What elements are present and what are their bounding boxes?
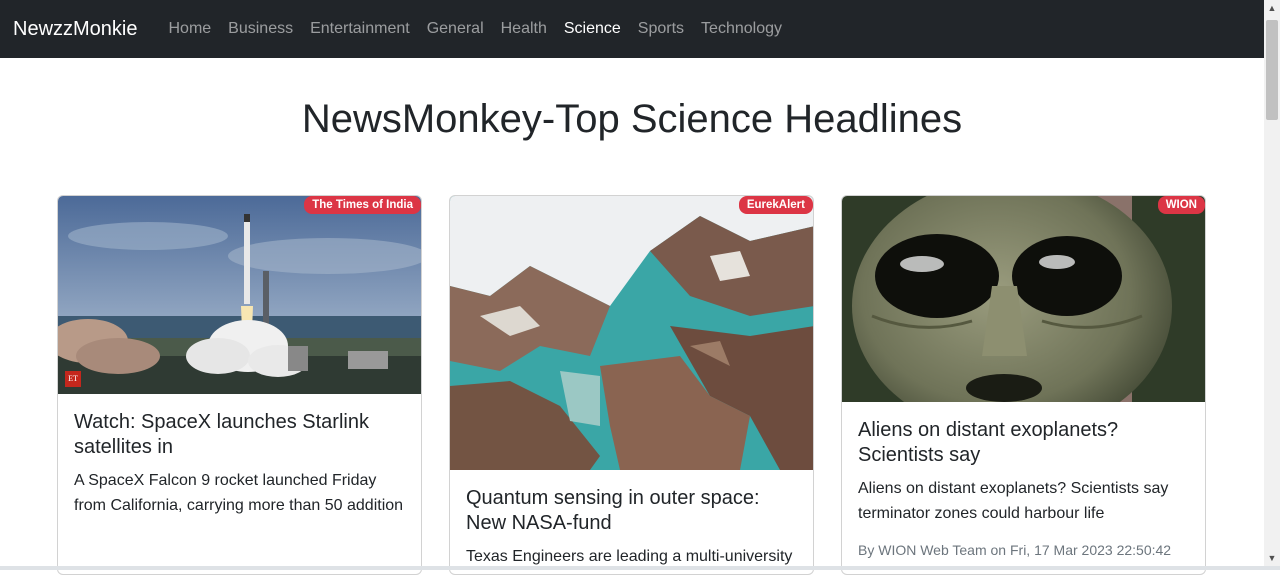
card-description: Aliens on distant exoplanets? Scientists… — [858, 480, 1169, 522]
nav-link-entertainment[interactable]: Entertainment — [310, 20, 410, 38]
scrollbar[interactable]: ▲ ▼ — [1264, 0, 1280, 566]
navbar: NewzzMonkie Home Business Entertainment … — [0, 0, 1264, 58]
card-description: A SpaceX Falcon 9 rocket launched Friday… — [74, 472, 404, 514]
page-title: NewsMonkey-Top Science Headlines — [301, 97, 963, 141]
scroll-down-arrow-icon[interactable]: ▼ — [1264, 550, 1280, 566]
news-image — [842, 196, 1205, 402]
source-badge: The Times of India — [304, 196, 421, 214]
scroll-up-arrow-icon[interactable]: ▲ — [1264, 0, 1280, 16]
news-image — [450, 196, 813, 470]
source-badge: EurekAlert — [738, 196, 813, 214]
scroll-thumb[interactable] — [1266, 20, 1278, 120]
card-title[interactable]: Quantum sensing in outer space: New NASA… — [466, 486, 797, 536]
card-title[interactable]: Watch: SpaceX launches Starlink satellit… — [74, 410, 405, 460]
et-logo: ET — [65, 371, 81, 387]
card-meta: By WION Web Team on Fri, 17 Mar 2023 22:… — [858, 542, 1172, 558]
nav-link-home[interactable]: Home — [168, 20, 211, 38]
news-card: WION Aliens on distant exoplanets? Scien… — [841, 195, 1206, 575]
nav-link-business[interactable]: Business — [228, 20, 293, 38]
nav-link-general[interactable]: General — [427, 20, 484, 38]
news-card: EurekAlert Quantum sensing in outer spac… — [449, 195, 814, 575]
card-title[interactable]: Aliens on distant exoplanets? Scientists… — [858, 418, 1189, 468]
news-image: ET — [58, 196, 421, 394]
card-body: Aliens on distant exoplanets? Scientists… — [842, 402, 1205, 574]
nav-link-science[interactable]: Science — [564, 20, 621, 38]
news-card: The Times of India ET Watch: SpaceX laun… — [57, 195, 422, 575]
nav-link-sports[interactable]: Sports — [638, 20, 684, 38]
card-body: Watch: SpaceX launches Starlink satellit… — [58, 394, 421, 534]
navbar-brand[interactable]: NewzzMonkie — [13, 18, 137, 41]
source-badge: WION — [1157, 196, 1205, 214]
card-body: Quantum sensing in outer space: New NASA… — [450, 470, 813, 574]
nav-link-health[interactable]: Health — [501, 20, 547, 38]
nav-link-technology[interactable]: Technology — [701, 20, 782, 38]
window-bottom-border — [0, 566, 1280, 570]
